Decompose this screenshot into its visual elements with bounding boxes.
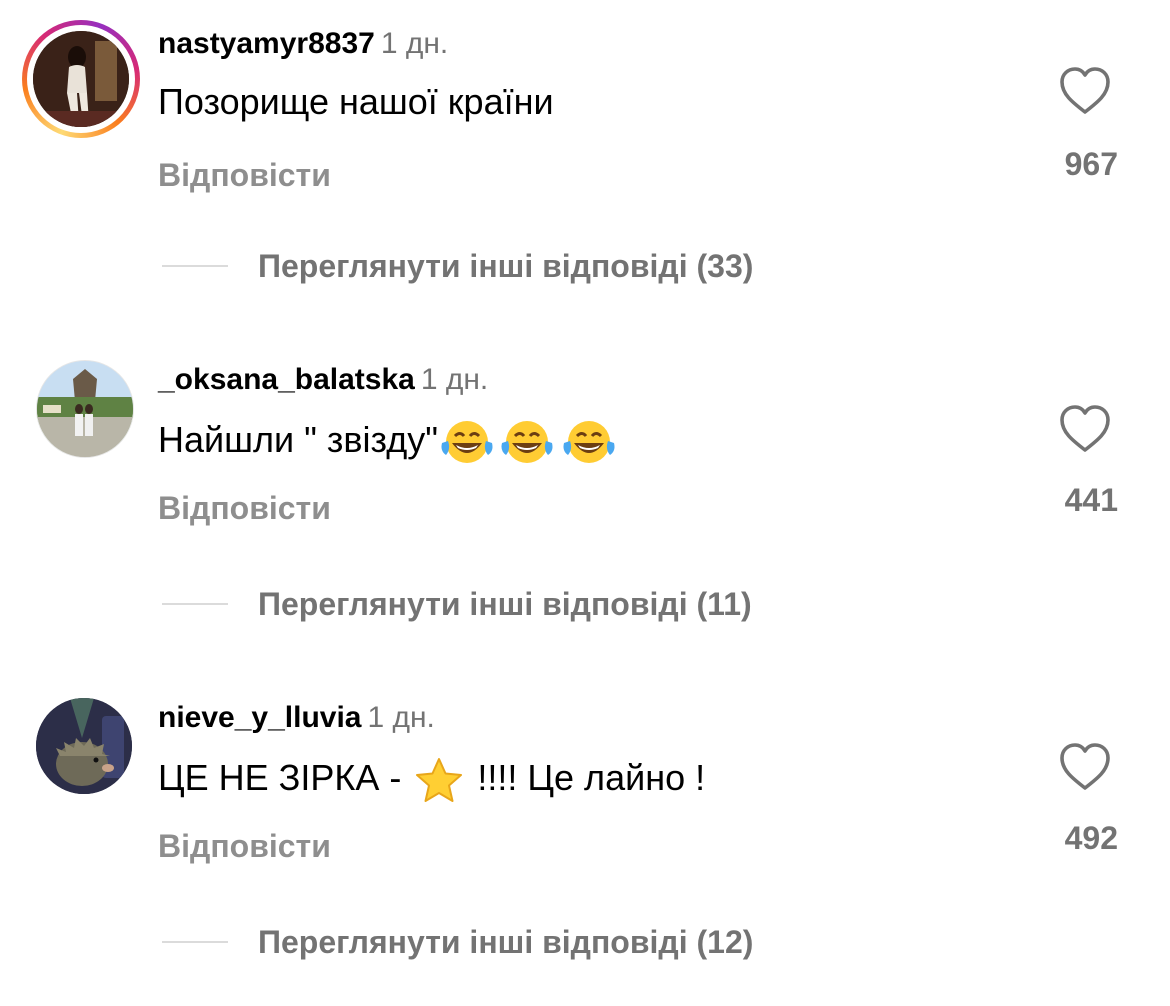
username[interactable]: nieve_y_lluvia [158,701,361,734]
avatar-story-ring[interactable] [22,20,140,138]
reply-button[interactable]: Відповісти [158,828,331,865]
heart-outline-icon[interactable] [1058,404,1112,454]
timestamp: 1 дн. [380,27,449,60]
avatar-wrap[interactable] [36,698,132,794]
avatar-photo-icon [36,698,132,794]
avatar [36,360,134,458]
avatar-photo-icon [37,361,133,457]
timestamp: 1 дн. [420,363,489,396]
comment-text-part: Найшли " звізду" [158,419,439,460]
like-count: 492 [1064,820,1118,856]
comment-item: _oksana_balatska1 дн. Найшли " звізду" [0,338,1170,668]
avatar [33,31,129,127]
comment-text: ЦЕ НЕ ЗІРКА - !!!! Це лайно ! [158,756,705,803]
divider [162,265,228,267]
reply-button[interactable]: Відповісти [158,490,331,527]
heart-outline-icon[interactable] [1058,66,1112,116]
tears-of-joy-emoji [501,421,553,464]
view-replies-button[interactable]: Переглянути інші відповіді (33) [258,248,753,285]
comment-text: Найшли " звізду" [158,418,620,465]
username[interactable]: nastyamyr8837 [158,27,375,60]
comment-item: nastyamyr8837 1 дн. Позорище нашої країни… [0,0,1170,330]
view-replies-button[interactable]: Переглянути інші відповіді (12) [258,924,753,961]
divider [162,941,228,943]
view-replies-row[interactable]: Переглянути інші відповіді (12) [162,922,753,962]
avatar [36,698,132,794]
reply-button[interactable]: Відповісти [158,157,331,194]
avatar-wrap[interactable] [36,360,134,458]
username[interactable]: _oksana_balatska [158,363,415,396]
star-emoji [416,758,463,803]
tears-of-joy-emoji [441,421,493,464]
timestamp: 1 дн. [367,701,435,734]
comment-text-part: !!!! Це лайно ! [467,757,706,798]
heart-outline-icon[interactable] [1058,742,1112,792]
view-replies-row[interactable]: Переглянути інші відповіді (33) [162,246,753,286]
tears-of-joy-emoji [563,421,615,464]
like-count: 441 [1064,482,1118,518]
divider [162,603,228,605]
comment-meta: nastyamyr8837 1 дн. [158,26,448,62]
view-replies-button[interactable]: Переглянути інші відповіді (11) [258,586,752,623]
like-count: 967 [1064,146,1118,182]
avatar-photo-icon [33,31,129,127]
comment-text-part: ЦЕ НЕ ЗІРКА - [158,757,412,798]
comment-meta: _oksana_balatska 1 дн. [158,362,488,398]
view-replies-row[interactable]: Переглянути інші відповіді (11) [162,584,752,624]
comment-text: Позорище нашої країни [158,81,554,122]
comment-item: nieve_y_lluvia 1 дн. ЦЕ НЕ ЗІРКА - !!!! Ц… [0,676,1170,1006]
comment-meta: nieve_y_lluvia 1 дн. [158,700,435,736]
